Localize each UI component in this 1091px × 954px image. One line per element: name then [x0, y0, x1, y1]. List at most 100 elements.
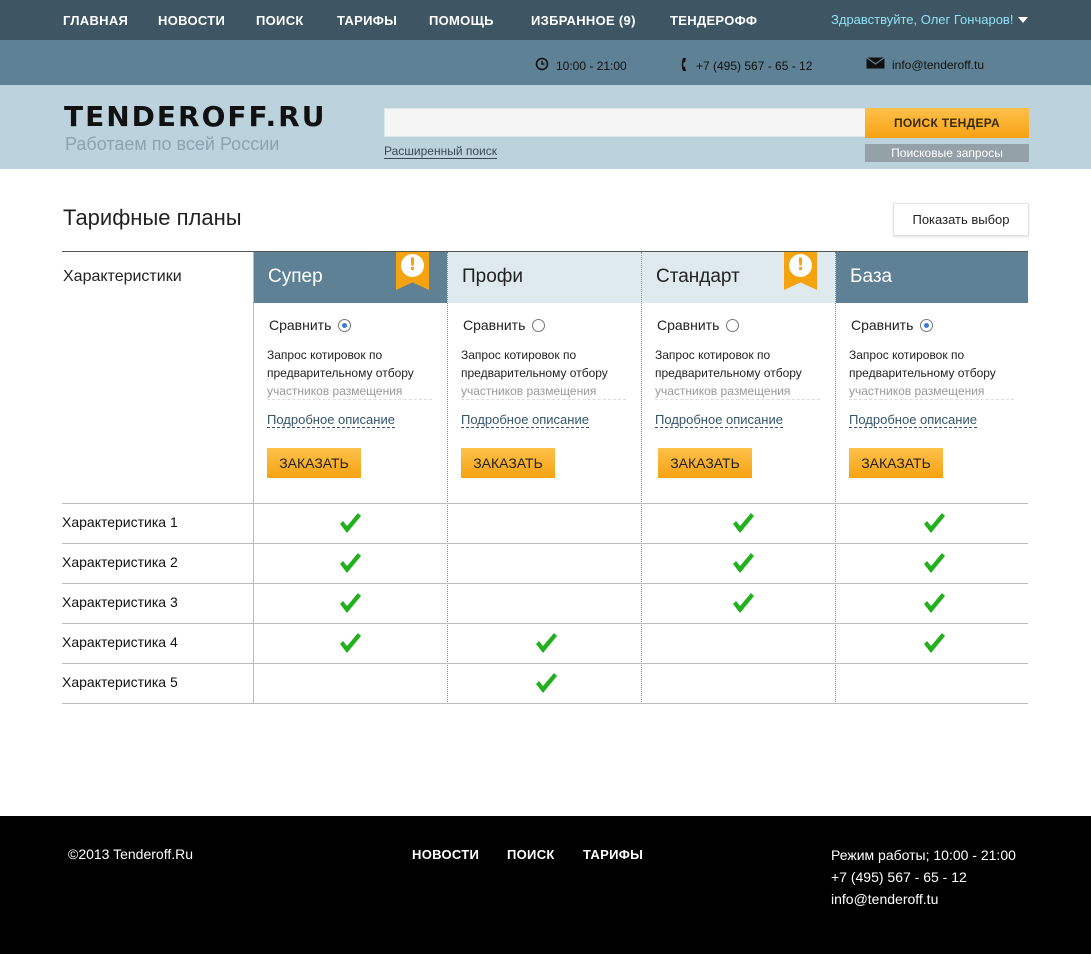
plan-header: Супер !	[254, 252, 447, 303]
compare-toggle[interactable]: Сравнить	[851, 317, 934, 333]
chevron-down-icon[interactable]	[1018, 17, 1028, 23]
details-link[interactable]: Подробное описание	[849, 412, 977, 428]
details-link[interactable]: Подробное описание	[461, 412, 589, 428]
characteristics-heading: Характеристики	[63, 268, 182, 285]
exclamation-ribbon-icon: !	[396, 252, 429, 290]
email-contact: info@tenderoff.tu	[866, 57, 984, 72]
checkmark-icon	[924, 513, 945, 533]
plan-description: Запрос котировок по предварительному отб…	[267, 346, 432, 400]
description-text: Запрос котировок по предварительному отб…	[849, 348, 996, 380]
checkmark-icon	[340, 633, 361, 653]
site-tagline: Работаем по всей России	[65, 134, 280, 154]
checkmark-icon	[340, 513, 361, 533]
hours-text: 10:00 - 21:00	[556, 58, 627, 73]
plan-name: Супер	[268, 266, 323, 287]
email-text[interactable]: info@tenderoff.tu	[892, 58, 984, 72]
checkmark-icon	[733, 513, 754, 533]
details-link[interactable]: Подробное описание	[267, 412, 395, 428]
order-button[interactable]: ЗАКАЗАТЬ	[461, 448, 555, 478]
search-tender-button[interactable]: ПОИСК ТЕНДЕРА	[865, 108, 1029, 138]
row-divider	[62, 663, 1028, 664]
mail-icon	[866, 57, 885, 72]
checkmark-icon	[733, 593, 754, 613]
row-divider	[62, 543, 1028, 544]
checkmark-icon	[340, 553, 361, 573]
compare-toggle[interactable]: Сравнить	[657, 317, 740, 333]
compare-radio[interactable]	[726, 318, 740, 332]
show-selection-button[interactable]: Показать выбор	[893, 203, 1029, 236]
top-navigation: ГЛАВНАЯ НОВОСТИ ПОИСК ТАРИФЫ ПОМОЩЬ ИЗБР…	[0, 0, 1091, 40]
contact-bar: 10:00 - 21:00 +7 (495) 567 - 65 - 12 inf…	[0, 40, 1091, 85]
feature-label: Характеристика 3	[62, 594, 178, 610]
plan-header: Профи	[448, 252, 641, 303]
site-header: TENDEROFF.RU Работаем по всей России ПОИ…	[0, 85, 1091, 169]
compare-radio[interactable]	[338, 318, 352, 332]
nav-item-favorites[interactable]: ИЗБРАННОЕ (9)	[531, 13, 636, 28]
plan-description: Запрос котировок по предварительному отб…	[461, 346, 626, 400]
compare-radio[interactable]	[920, 318, 934, 332]
site-logo[interactable]: TENDEROFF.RU	[64, 100, 326, 133]
table-bottom-border	[62, 703, 1028, 704]
footer-contacts: Режим работы; 10:00 - 21:00 +7 (495) 567…	[831, 844, 1016, 910]
description-text: Запрос котировок по предварительному отб…	[267, 348, 414, 380]
nav-item-tariffs[interactable]: ТАРИФЫ	[337, 13, 397, 28]
footer-hours: Режим работы; 10:00 - 21:00	[831, 847, 1016, 863]
search-queries-button[interactable]: Поисковые запросы	[865, 144, 1029, 162]
footer-phone: +7 (495) 567 - 65 - 12	[831, 869, 967, 885]
checkmark-icon	[924, 593, 945, 613]
plan-header: База	[836, 252, 1028, 303]
nav-item-help[interactable]: ПОМОЩЬ	[429, 13, 494, 28]
nav-item-search[interactable]: ПОИСК	[256, 13, 304, 28]
order-button[interactable]: ЗАКАЗАТЬ	[658, 448, 752, 478]
details-link[interactable]: Подробное описание	[655, 412, 783, 428]
feature-label: Характеристика 1	[62, 514, 178, 530]
description-text: Запрос котировок по предварительному отб…	[655, 348, 802, 380]
description-text-faded: участников размещения	[849, 384, 985, 398]
compare-label: Сравнить	[269, 317, 332, 333]
description-text-faded: участников размещения	[267, 384, 403, 398]
footer-nav-news[interactable]: НОВОСТИ	[412, 847, 479, 862]
copyright: ©2013 Tenderoff.Ru	[68, 846, 194, 862]
plan-name: Профи	[462, 266, 524, 287]
nav-item-tenderoff[interactable]: ТЕНДЕРОФФ	[670, 13, 757, 28]
row-divider	[62, 623, 1028, 624]
footer-nav-search[interactable]: ПОИСК	[507, 847, 555, 862]
plan-column-standart: Стандарт ! Сравнить Запрос котировок по …	[641, 252, 835, 704]
description-text: Запрос котировок по предварительному отб…	[461, 348, 608, 380]
compare-label: Сравнить	[657, 317, 720, 333]
footer-email[interactable]: info@tenderoff.tu	[831, 888, 1016, 910]
search-input[interactable]	[384, 108, 865, 137]
plan-name: Стандарт	[656, 266, 740, 287]
plan-description: Запрос котировок по предварительному отб…	[655, 346, 820, 400]
phone-contact: +7 (495) 567 - 65 - 12	[680, 57, 812, 75]
checkmark-icon	[340, 593, 361, 613]
working-hours: 10:00 - 21:00	[535, 57, 627, 74]
exclamation-ribbon-icon: !	[784, 252, 817, 290]
compare-label: Сравнить	[463, 317, 526, 333]
page-title: Тарифные планы	[63, 205, 242, 230]
nav-item-news[interactable]: НОВОСТИ	[158, 13, 225, 28]
feature-label: Характеристика 4	[62, 634, 178, 650]
checkmark-icon	[536, 633, 557, 653]
user-greeting[interactable]: Здравствуйте, Олег Гончаров!	[831, 12, 1013, 27]
checkmark-icon	[924, 553, 945, 573]
footer-nav-tariffs[interactable]: ТАРИФЫ	[583, 847, 643, 862]
order-button[interactable]: ЗАКАЗАТЬ	[267, 448, 361, 478]
checkmark-icon	[733, 553, 754, 573]
plan-header: Стандарт !	[642, 252, 835, 303]
site-footer: ©2013 Tenderoff.Ru НОВОСТИ ПОИСК ТАРИФЫ …	[0, 816, 1091, 954]
compare-toggle[interactable]: Сравнить	[463, 317, 546, 333]
row-divider	[62, 503, 1028, 504]
compare-toggle[interactable]: Сравнить	[269, 317, 352, 333]
advanced-search-link[interactable]: Расширенный поиск	[384, 144, 497, 159]
checkmark-icon	[536, 673, 557, 693]
compare-radio[interactable]	[532, 318, 546, 332]
feature-label: Характеристика 2	[62, 554, 178, 570]
order-button[interactable]: ЗАКАЗАТЬ	[849, 448, 943, 478]
clock-icon	[535, 57, 549, 74]
nav-item-home[interactable]: ГЛАВНАЯ	[63, 13, 128, 28]
phone-icon	[680, 57, 689, 75]
description-text-faded: участников размещения	[655, 384, 791, 398]
plan-name: База	[850, 266, 893, 287]
feature-label: Характеристика 5	[62, 674, 178, 690]
